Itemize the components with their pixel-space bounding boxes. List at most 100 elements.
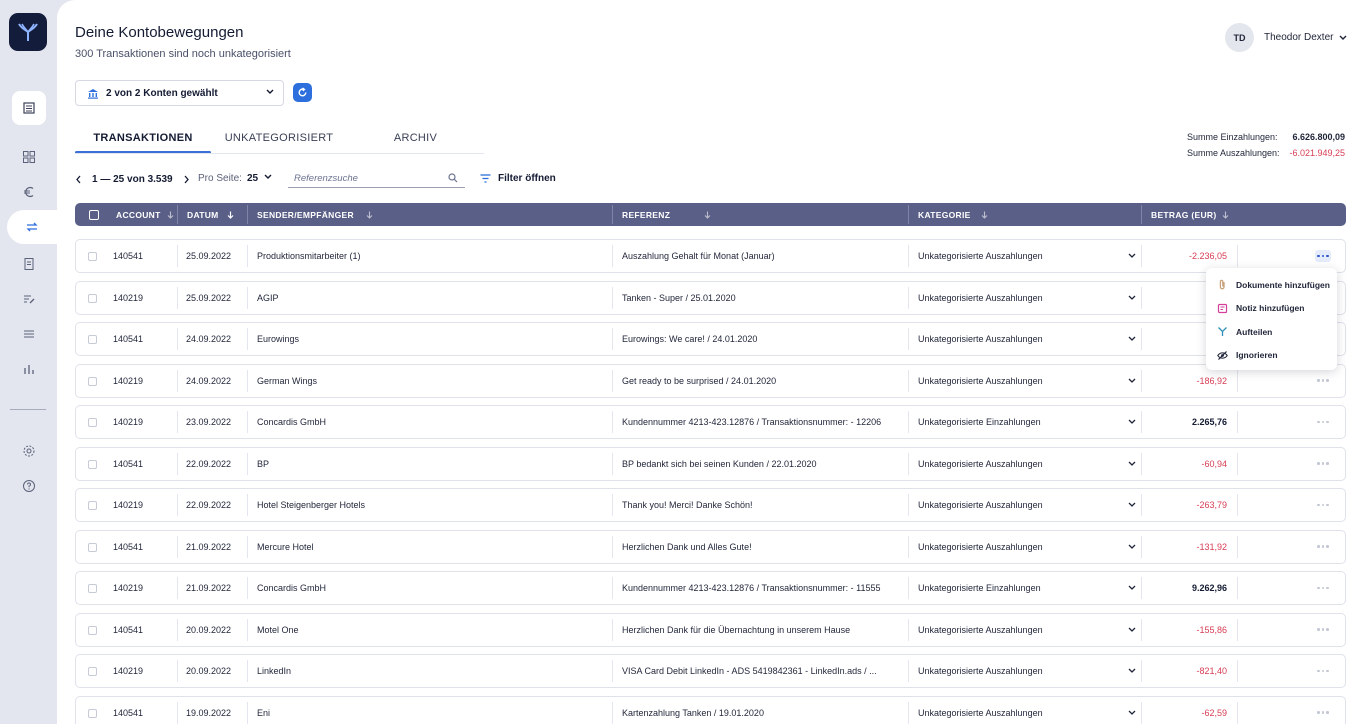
tab-unkategorisiert[interactable]: UNKATEGORISIERT: [211, 122, 347, 154]
note-icon: [1217, 303, 1228, 313]
cell-reference: Eurowings: We care! / 24.01.2020: [622, 334, 758, 344]
table-row[interactable]: 140541 25.09.2022 Produktionsmitarbeiter (…: [75, 239, 1346, 273]
chevron-down-icon: [1128, 419, 1136, 424]
column-header-kategorie[interactable]: KATEGORIE: [918, 203, 988, 226]
select-all-checkbox[interactable]: [89, 210, 99, 220]
user-menu[interactable]: TD Theodor Dexter: [1225, 23, 1347, 52]
nav-item-list[interactable]: [0, 317, 57, 351]
category-select[interactable]: Unkategorisierte Auszahlungen: [918, 531, 1136, 563]
menu-item-split[interactable]: Aufteilen: [1206, 320, 1337, 344]
tab-archiv[interactable]: ARCHIV: [347, 122, 484, 154]
row-checkbox[interactable]: [88, 708, 97, 718]
menu-item-ignore[interactable]: Ignorieren: [1206, 344, 1337, 368]
nav-item-settings[interactable]: [0, 434, 57, 468]
table-row[interactable]: 140219 23.09.2022 Concardis GmbH Kundennumm…: [75, 405, 1346, 439]
nav-item-receipts[interactable]: [0, 247, 57, 281]
more-options-icon[interactable]: [1315, 665, 1331, 677]
nav-item-dashboard[interactable]: [0, 140, 57, 174]
table-row[interactable]: 140541 20.09.2022 Motel One Herzlichen Dank…: [75, 612, 1346, 647]
cell-party: AGIP: [257, 292, 279, 303]
more-options-icon[interactable]: [1315, 250, 1331, 262]
cell-account: 140541: [113, 624, 144, 635]
filter-button[interactable]: Filter öffnen: [480, 173, 556, 184]
row-checkbox[interactable]: [88, 335, 97, 344]
account-selector[interactable]: 2 von 2 Konten gewählt: [75, 80, 284, 106]
filter-icon: [480, 174, 491, 183]
row-checkbox[interactable]: [88, 667, 97, 676]
more-options-icon[interactable]: [1315, 375, 1331, 387]
chevron-down-icon: [1128, 502, 1136, 507]
nav-item-transactions[interactable]: [7, 210, 57, 244]
row-checkbox[interactable]: [88, 252, 97, 261]
bar-chart-icon: [23, 365, 34, 374]
column-header-datum[interactable]: DATUM: [187, 203, 234, 226]
search-input[interactable]: Referenzsuche: [288, 169, 465, 188]
row-checkbox[interactable]: [88, 501, 97, 510]
nav-item-accounts[interactable]: [0, 91, 57, 125]
category-select[interactable]: Unkategorisierte Einzahlungen: [918, 406, 1136, 438]
chevron-down-icon: [1128, 627, 1136, 632]
category-select[interactable]: Unkategorisierte Auszahlungen: [918, 655, 1136, 687]
more-options-icon[interactable]: [1315, 624, 1331, 636]
chevron-left-icon[interactable]: [75, 175, 82, 184]
category-select[interactable]: Unkategorisierte Auszahlungen: [918, 240, 1136, 272]
row-checkbox[interactable]: [88, 625, 97, 635]
more-options-icon[interactable]: [1315, 707, 1331, 719]
category-select[interactable]: Unkategorisierte Einzahlungen: [918, 572, 1136, 604]
cell-party: Mercure Hotel: [257, 541, 314, 552]
menu-item-add-note[interactable]: Notiz hinzufügen: [1206, 297, 1337, 321]
nav-item-finance[interactable]: [0, 175, 57, 209]
user-name: Theodor Dexter: [1264, 32, 1334, 43]
category-select[interactable]: Unkategorisierte Auszahlungen: [918, 365, 1136, 397]
cell-amount: 2.265,76: [1191, 417, 1227, 427]
gear-icon: [23, 445, 34, 457]
app-logo[interactable]: [9, 13, 47, 51]
table-row[interactable]: 140219 20.09.2022 LinkedIn VISA Card Debit …: [75, 654, 1346, 688]
row-checkbox[interactable]: [88, 459, 97, 469]
table-row[interactable]: 140541 24.09.2022 Eurowings Eurowings: We c…: [75, 322, 1346, 356]
more-options-icon[interactable]: [1315, 499, 1331, 511]
category-select[interactable]: Unkategorisierte Auszahlungen: [918, 323, 1136, 355]
nav-item-reports[interactable]: [0, 352, 57, 386]
refresh-button[interactable]: [293, 83, 312, 102]
more-options-icon[interactable]: [1315, 416, 1331, 428]
refresh-icon: [298, 87, 307, 97]
category-select[interactable]: Unkategorisierte Auszahlungen: [918, 614, 1136, 646]
more-options-icon[interactable]: [1315, 458, 1331, 470]
menu-item-add-documents[interactable]: Dokumente hinzufügen: [1206, 273, 1337, 297]
more-options-icon[interactable]: [1315, 582, 1331, 594]
table-row[interactable]: 140541 21.09.2022 Mercure Hotel Herzlichen …: [75, 529, 1346, 564]
table-row[interactable]: 140219 24.09.2022 German Wings Get ready to…: [75, 363, 1346, 398]
column-header-sender[interactable]: SENDER/EMPFÄNGER: [257, 203, 373, 226]
cell-date: 20.09.2022: [186, 666, 232, 676]
more-options-icon[interactable]: [1315, 541, 1331, 553]
table-row[interactable]: 140219 25.09.2022 AGIP Tanken - Super / 25.…: [75, 280, 1346, 315]
column-header-account[interactable]: ACCOUNT: [116, 203, 174, 226]
nav-item-edit[interactable]: [0, 282, 57, 316]
chevron-down-icon: [1128, 336, 1136, 341]
chevron-down-icon[interactable]: [264, 174, 272, 180]
table-row[interactable]: 140541 22.09.2022 BP BP bedankt sich bei se…: [75, 446, 1346, 481]
table-row[interactable]: 140219 22.09.2022 Hotel Steigenberger Hote…: [75, 488, 1346, 522]
row-checkbox[interactable]: [88, 293, 97, 303]
category-select[interactable]: Unkategorisierte Auszahlungen: [918, 448, 1136, 480]
table-row[interactable]: 140219 21.09.2022 Concardis GmbH Kundennumm…: [75, 571, 1346, 605]
nav-item-help[interactable]: [0, 469, 57, 503]
chevron-down-icon: [1128, 710, 1136, 715]
table-row[interactable]: 140541 19.09.2022 Eni Kartenzahlung Tanken …: [75, 695, 1346, 724]
category-select[interactable]: Unkategorisierte Auszahlungen: [918, 282, 1136, 314]
column-header-betrag[interactable]: BETRAG (EUR): [1151, 203, 1229, 226]
row-checkbox[interactable]: [88, 542, 97, 552]
per-page-select[interactable]: 25: [247, 173, 258, 184]
tab-transaktionen[interactable]: TRANSAKTIONEN: [75, 122, 211, 154]
row-checkbox[interactable]: [88, 376, 97, 386]
row-checkbox[interactable]: [88, 584, 97, 593]
cell-account: 140541: [113, 251, 144, 261]
chevron-right-icon[interactable]: [183, 175, 190, 184]
category-select[interactable]: Unkategorisierte Auszahlungen: [918, 697, 1136, 724]
row-checkbox[interactable]: [88, 418, 97, 427]
category-select[interactable]: Unkategorisierte Auszahlungen: [918, 489, 1136, 521]
column-header-referenz[interactable]: REFERENZ: [622, 203, 711, 226]
cell-amount: -60,94: [1201, 458, 1227, 469]
cell-category: Unkategorisierte Auszahlungen: [918, 624, 1043, 635]
